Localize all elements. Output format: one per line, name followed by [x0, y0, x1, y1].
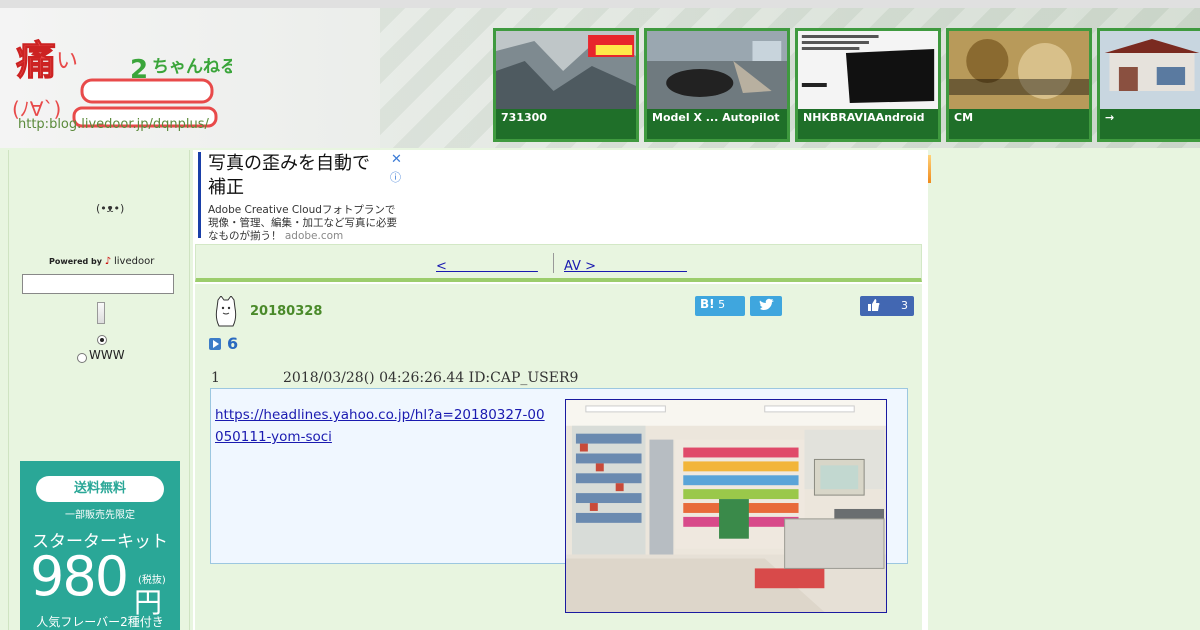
powered-by-livedoor[interactable]: Powered by ♪ livedoor [49, 256, 154, 267]
search-button[interactable] [97, 302, 105, 324]
post-meta: 2018/03/28() 04:26:26.44 ID:CAP_USER9 [283, 370, 579, 386]
www-label: WWW [89, 348, 125, 362]
thumbnail-image [949, 31, 1089, 109]
facebook-like-button[interactable]: 3 [860, 296, 914, 316]
ad-title[interactable]: 写真の歪みを自動で補正 [208, 152, 383, 200]
thumbnail-2[interactable]: Model X ... Autopilot [644, 28, 790, 142]
ad-body: Adobe Creative Cloudフォトプランで現像・管理、編集・加工など… [208, 204, 398, 243]
twitter-bird-icon [759, 298, 774, 310]
ad-host: adobe.com [284, 230, 344, 242]
post-number: 1 [211, 370, 220, 386]
article-pager: < AV > [195, 244, 922, 282]
next-article-link[interactable]: AV > [564, 255, 687, 274]
source-link[interactable]: https://headlines.yahoo.co.jp/hl?a=20180… [215, 404, 550, 448]
promo-sub: 一部販売先限定 [65, 510, 135, 521]
thumbnail-4[interactable]: CM [946, 28, 1092, 142]
tweet-button[interactable] [750, 296, 782, 316]
thumbnail-caption: → [1100, 109, 1200, 139]
comment-count: 6 [227, 334, 239, 353]
livedoor-text: livedoor [113, 256, 155, 267]
thumbnail-1[interactable]: 731300 [493, 28, 639, 142]
thumbnail-image [798, 31, 938, 109]
livedoor-logo-icon: ♪ [104, 256, 112, 267]
prev-article-link[interactable]: < [436, 255, 538, 274]
convenience-store-image [565, 399, 887, 613]
svg-text:ちゃんねる: ちゃんねる [152, 57, 232, 77]
pager-divider [553, 253, 554, 273]
close-icon[interactable]: ✕ [391, 152, 402, 167]
radio-blog[interactable] [97, 335, 107, 345]
adobe-ad[interactable]: 写真の歪みを自動で補正 Adobe Creative Cloudフォトプランで現… [198, 152, 402, 242]
thumbnail-image [1100, 31, 1200, 109]
thumbnail-3[interactable]: NHKBRAVIAAndroid [795, 28, 941, 142]
promo-price: 980 [30, 545, 129, 608]
promo-ad[interactable]: 送料無料 一部販売先限定 スターターキット 980 (税抜) 円 人気フレーバー… [20, 461, 180, 630]
radio-www[interactable] [77, 353, 87, 363]
promo-bottom: 人気フレーバー2種付き [36, 615, 164, 629]
svg-text:い: い [56, 49, 78, 74]
thumbnail-5[interactable]: → [1097, 28, 1200, 142]
ascii-face: (•ᴥ•) [96, 202, 125, 215]
comments-link[interactable]: 6 [209, 334, 238, 353]
svg-text:痛: 痛 [16, 38, 56, 84]
article-date-title[interactable]: 20180328 [250, 304, 322, 319]
article: 20180328 B! 5 3 6 1 2018/03/28() 04:26:2… [195, 284, 922, 630]
thumbnail-caption: CM [949, 109, 1089, 139]
like-count: 3 [901, 299, 908, 312]
hatena-count: 5 [718, 298, 726, 311]
thumbnail-image [647, 31, 787, 109]
thumbnail-caption: NHKBRAVIAAndroid [798, 109, 938, 139]
thumbs-up-icon [868, 299, 880, 311]
bear-avatar-icon [215, 296, 237, 327]
info-icon[interactable]: ⓘ [390, 169, 401, 185]
right-column [931, 150, 1200, 630]
thumbnail-caption: Model X ... Autopilot [647, 109, 787, 139]
thumbnail-caption: 731300 [496, 109, 636, 139]
hatena-icon: B! [700, 297, 715, 311]
logo-url[interactable]: http:blog.livedoor.jp/dqnplus/ [18, 117, 209, 132]
hatena-bookmark-button[interactable]: B! 5 [695, 296, 745, 316]
search-input[interactable] [22, 274, 174, 294]
play-icon [209, 338, 221, 350]
thumbnail-image [496, 31, 636, 109]
powered-by-text: Powered by [49, 257, 102, 266]
main-column: 写真の歪みを自動で補正 Adobe Creative Cloudフォトプランで現… [193, 150, 928, 630]
promo-free-shipping: 送料無料 [36, 476, 164, 502]
site-header: 痛 い ちゃんねる 2 (ﾉ∀`) http:blog.livedoor.jp/… [0, 0, 1200, 148]
